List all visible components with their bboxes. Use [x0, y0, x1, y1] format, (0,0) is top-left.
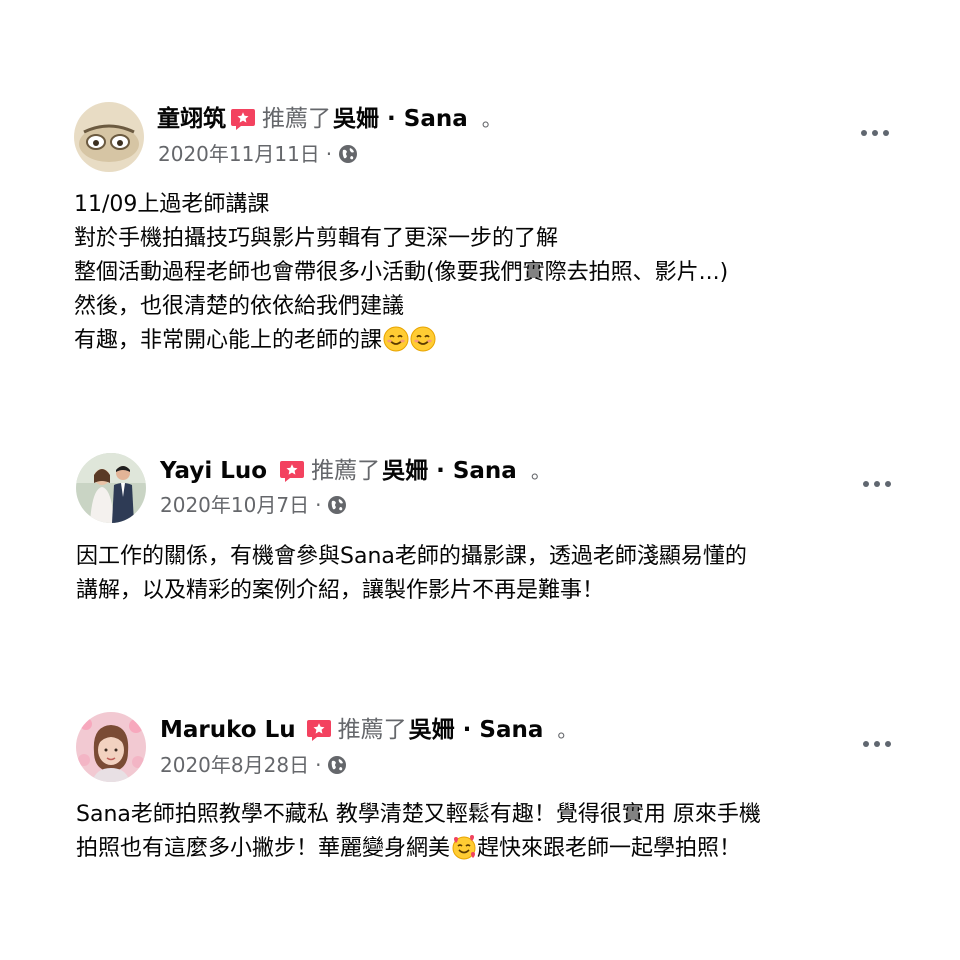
review-line: 因工作的關係，有機會參與Sana老師的攝影課，透過老師淺顯易懂的	[76, 544, 747, 569]
page-name-en[interactable]: Sana	[453, 456, 517, 486]
review-line-with-emoji: 拍照也有這麼多小撇步！華麗變身網美 趕快來跟老師一起學拍照！	[76, 832, 936, 866]
page-name-en[interactable]: Sana	[404, 104, 468, 134]
avatar[interactable]	[76, 712, 146, 782]
post-meta: 2020年11月11日 ·	[158, 141, 358, 167]
review-line: 整個活動過程老師也會帶很多小活動(像要我們實際去拍照、影片...)	[74, 260, 729, 285]
review-line-text: 趕快來跟老師一起學拍照！	[477, 836, 742, 861]
period: 。	[481, 107, 502, 131]
review-header: Maruko Lu 推薦了 吳姍 · Sana 。	[160, 715, 577, 745]
smiling-face-with-hearts-emoji	[451, 834, 477, 860]
post-meta: 2020年8月28日 ·	[160, 752, 347, 778]
review-line: 講解，以及精彩的案例介紹，讓製作影片不再是難事！	[76, 578, 605, 603]
recommend-icon	[306, 718, 332, 742]
review-line-text: 有趣，非常開心能上的老師的課	[74, 328, 383, 353]
review-line: 11/09上過老師講課	[74, 192, 270, 217]
author-name[interactable]: Yayi Luo	[160, 456, 267, 486]
recommend-icon	[230, 107, 256, 131]
recommend-verb: 推薦了	[262, 106, 331, 132]
globe-icon[interactable]	[327, 495, 347, 515]
review-line: 對於手機拍攝技巧與影片剪輯有了更深一步的了解	[74, 226, 559, 251]
review-text: 11/09上過老師講課 對於手機拍攝技巧與影片剪輯有了更深一步的了解 整個活動過…	[74, 188, 934, 358]
period: 。	[530, 459, 551, 483]
globe-icon[interactable]	[338, 144, 358, 164]
review-text: 因工作的關係，有機會參與Sana老師的攝影課，透過老師淺顯易懂的 講解，以及精彩…	[76, 540, 936, 608]
more-options-button[interactable]	[858, 123, 892, 143]
review-text: Sana老師拍照教學不藏私 教學清楚又輕鬆有趣！覺得很實用 原來手機 拍照也有這…	[76, 798, 936, 866]
meta-dot: ·	[325, 142, 333, 166]
review-line: Sana老師拍照教學不藏私 教學清楚又輕鬆有趣！覺得很實用 原來手機	[76, 802, 761, 827]
avatar[interactable]	[74, 102, 144, 172]
recommend-verb: 推薦了	[337, 717, 407, 743]
meta-dot: ·	[315, 753, 322, 777]
name-separator: ·	[387, 106, 396, 132]
more-options-button[interactable]	[860, 734, 894, 754]
globe-icon[interactable]	[327, 755, 347, 775]
post-date[interactable]: 2020年11月11日	[158, 141, 320, 167]
review-line: 然後，也很清楚的依依給我們建議	[74, 294, 405, 319]
review-header: 童翊筑 推薦了 吳姍 · Sana 。	[157, 104, 502, 134]
page-name[interactable]: 吳姍	[382, 456, 428, 486]
recommend-icon	[279, 459, 305, 483]
author-name[interactable]: 童翊筑	[157, 104, 226, 134]
more-options-button[interactable]	[860, 474, 894, 494]
post-meta: 2020年10月7日 ·	[160, 492, 347, 518]
smiling-face-emoji	[410, 326, 436, 352]
post-date[interactable]: 2020年10月7日	[160, 492, 309, 518]
review-line-last: 有趣，非常開心能上的老師的課	[74, 324, 934, 358]
page-name[interactable]: 吳姍	[333, 104, 379, 134]
post-date[interactable]: 2020年8月28日	[160, 752, 309, 778]
review-header: Yayi Luo 推薦了 吳姍 · Sana 。	[160, 456, 551, 486]
page-name[interactable]: 吳姍	[409, 715, 455, 745]
meta-dot: ·	[315, 493, 322, 517]
review-line-text: 拍照也有這麼多小撇步！華麗變身網美	[76, 836, 451, 861]
author-name[interactable]: Maruko Lu	[160, 715, 296, 745]
period: 。	[557, 718, 578, 742]
smiling-face-emoji	[383, 326, 409, 352]
page-name-en[interactable]: Sana	[479, 715, 543, 745]
name-separator: ·	[462, 717, 472, 743]
avatar[interactable]	[76, 453, 146, 523]
name-separator: ·	[436, 458, 445, 484]
recommend-verb: 推薦了	[311, 458, 381, 484]
